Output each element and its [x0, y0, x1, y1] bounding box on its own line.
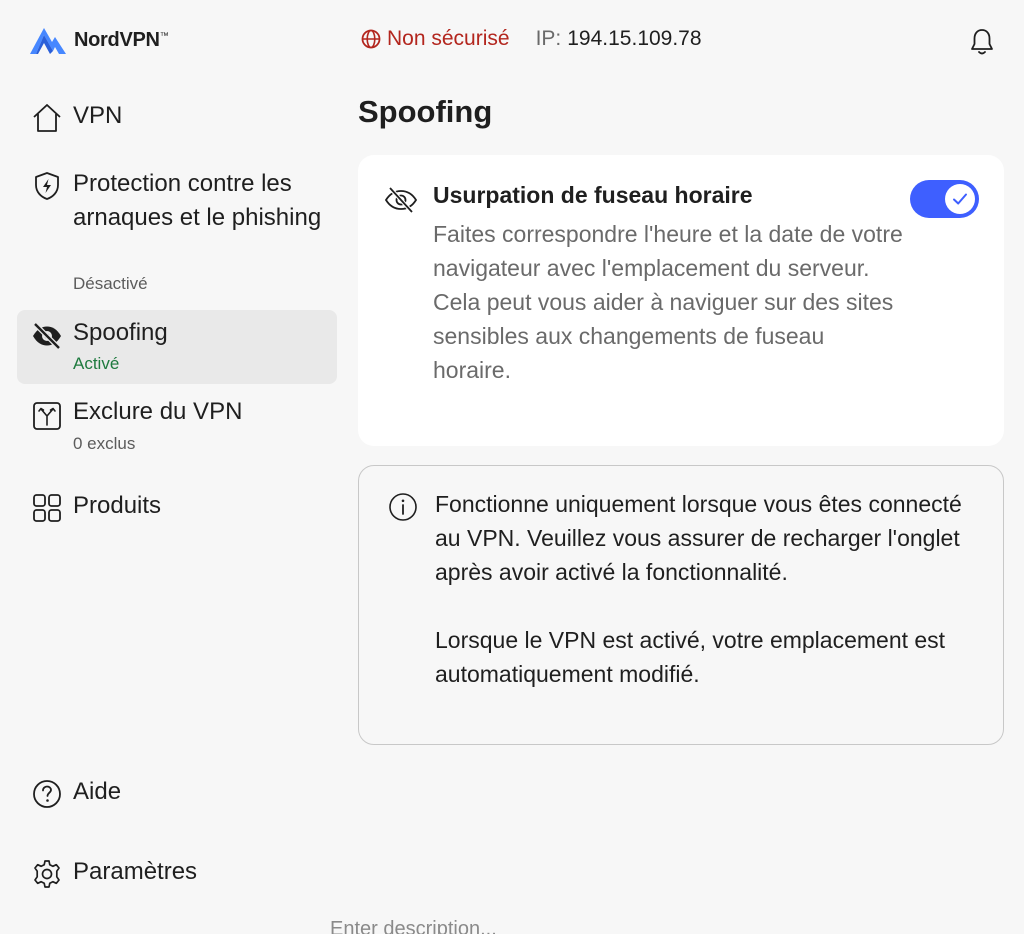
sidebar-item-label: Paramètres [73, 858, 198, 885]
sidebar-item-label: Aide [73, 778, 122, 805]
sidebar-item-settings[interactable]: Paramètres [17, 852, 337, 896]
feature-title: Usurpation de fuseau horaire [433, 182, 753, 208]
sidebar-item-label: Spoofing [73, 319, 168, 346]
sidebar-item-label: VPN [73, 102, 123, 129]
eye-slash-icon [33, 322, 61, 350]
timezone-spoofing-toggle[interactable] [910, 180, 979, 218]
logo-text: NordVPN™ [74, 28, 169, 51]
footer-fragment-text: Enter description... [330, 918, 497, 934]
header: NordVPN™ Non sécurisé IP: 194.15.109.78 [0, 0, 1024, 82]
globe-icon [361, 29, 381, 49]
info-paragraph: Lorsque le VPN est activé, votre emplace… [435, 627, 946, 687]
sidebar-item-spoofing[interactable]: Spoofing Activé [17, 310, 337, 384]
sidebar-item-split-tunneling[interactable]: Exclure du VPN 0 exclus [17, 392, 337, 462]
home-icon [33, 104, 61, 132]
notification-bell-icon[interactable] [966, 26, 998, 58]
sidebar-item-vpn[interactable]: VPN [17, 96, 337, 140]
sidebar-item-label: Produits [73, 492, 162, 519]
check-icon [953, 193, 967, 205]
feature-description: Faites correspondre l'heure et la date d… [433, 221, 903, 383]
gear-icon [34, 860, 60, 888]
sidebar-item-status: Activé [73, 354, 120, 373]
connection-status: Non sécurisé IP: 194.15.109.78 [360, 27, 702, 51]
sidebar-item-label: Exclure du VPN [73, 398, 243, 425]
sidebar-item-status: Désactivé [73, 274, 148, 293]
page-title: Spoofing [358, 94, 493, 129]
sidebar: VPN Protection contre les arnaques et le… [0, 82, 350, 934]
shield-bolt-icon [35, 172, 59, 200]
info-notice: Fonctionne uniquement lorsque vous êtes … [358, 465, 1004, 745]
eye-slash-icon [384, 186, 418, 214]
status-text: Non sécurisé [387, 27, 510, 50]
grid-icon [33, 494, 61, 522]
app-window: NordVPN™ Non sécurisé IP: 194.15.109.78 … [0, 0, 1024, 934]
timezone-spoofing-card: Usurpation de fuseau horaire Faites corr… [358, 155, 1004, 446]
toggle-knob [945, 184, 975, 214]
nordvpn-logo-icon [30, 28, 66, 54]
info-paragraph: Fonctionne uniquement lorsque vous êtes … [435, 491, 962, 585]
ip-value: 194.15.109.78 [567, 27, 702, 50]
logo: NordVPN™ [28, 24, 169, 56]
info-icon [389, 493, 417, 521]
sidebar-item-help[interactable]: Aide [17, 772, 337, 816]
ip-label: IP: [535, 27, 562, 50]
sidebar-item-threat-protection[interactable]: Protection contre les arnaques et le phi… [17, 162, 337, 302]
info-text: Fonctionne uniquement lorsque vous êtes … [435, 487, 985, 691]
sidebar-item-products[interactable]: Produits [17, 486, 337, 530]
clipped-footer-fragment: Enter description... [270, 916, 570, 934]
sidebar-item-label: Protection contre les arnaques et le phi… [73, 170, 322, 231]
sidebar-item-status: 0 exclus [73, 434, 136, 453]
help-icon [33, 780, 61, 808]
split-tunnel-icon [33, 402, 61, 430]
